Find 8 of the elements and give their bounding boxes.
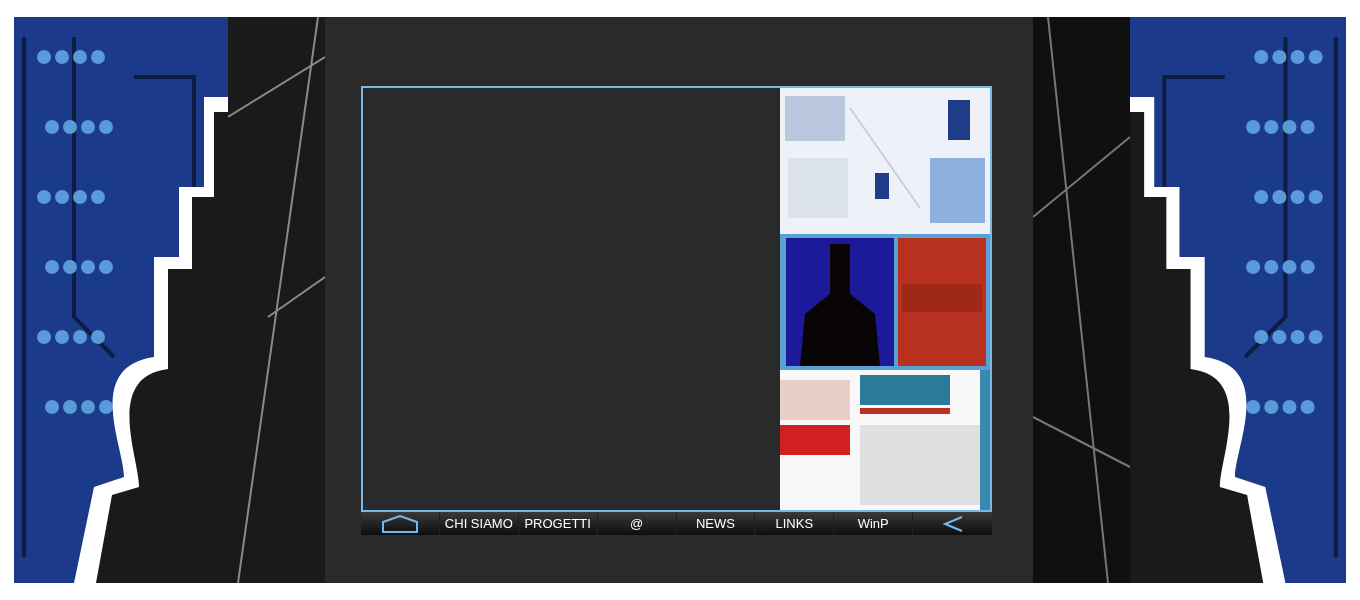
nav-link[interactable]: LINKS [755, 512, 835, 535]
back-icon [942, 515, 963, 532]
nav-link[interactable]: PROGETTI [518, 512, 598, 535]
nav-link[interactable]: @ [597, 512, 677, 535]
nav-link[interactable]: NEWS [676, 512, 756, 535]
home-icon [380, 514, 419, 533]
nav-link[interactable]: WinP [834, 512, 914, 535]
nav-link[interactable]: CHI SIAMO [439, 512, 519, 535]
